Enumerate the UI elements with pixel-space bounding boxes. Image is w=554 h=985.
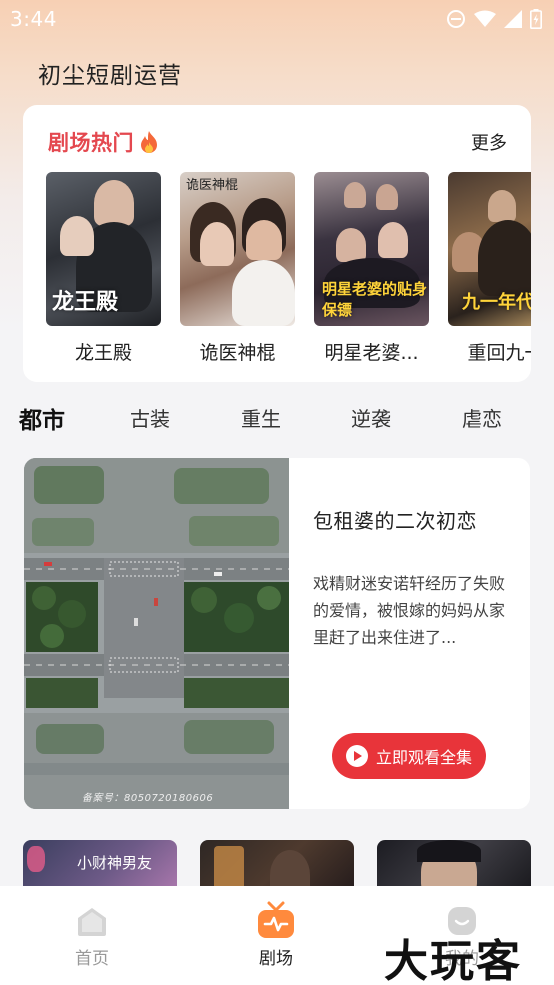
poster-figure [94,180,134,226]
thumbnail-title: 小财神男友 [77,854,153,872]
watermark-text: 大玩客 [384,936,522,985]
drama-name: 明星老婆... [324,342,419,364]
poster-title: 明星老婆的贴身保镖 [322,280,428,319]
tab-nuelian[interactable]: 虐恋 [462,403,502,432]
poster-figure [200,222,234,266]
poster-figure [376,184,398,210]
fire-icon [141,131,157,153]
watch-all-button-label: 立即观看全集 [375,748,472,767]
aerial-city-graphic [24,458,289,809]
hot-section-title: 剧场热门 [48,127,160,157]
hot-item[interactable]: 诡医神棍 诡医神棍 [180,172,295,365]
thumbnail-hair [417,840,481,862]
watch-all-button[interactable]: 立即观看全集 [332,733,486,779]
nav-theater[interactable]: 剧场 [236,901,316,969]
app-screen: 3:44 初尘短剧运营 剧场热门 更多 龙王殿 龙王殿 诡医神棍 诡医神棍 明星… [0,0,554,985]
status-bar: 3:44 [0,0,554,38]
drama-poster: 明星老婆的贴身保镖 [314,172,429,326]
hot-item[interactable]: 九一年代 重回九一 [448,172,531,365]
nav-home-label: 首页 [75,949,109,969]
hot-section-title-text: 剧场热门 [48,131,134,155]
poster-title: 龙王殿 [52,289,119,315]
play-icon [345,745,368,767]
featured-drama-description: 戏精财迷安诺轩经历了失败的爱情，被恨嫁的妈妈从家里赶了出来住进了... [313,574,506,647]
tab-guzhuang[interactable]: 古装 [130,403,170,432]
hot-section-card: 剧场热门 更多 龙王殿 龙王殿 诡医神棍 诡医神棍 明星老婆的贴身保镖 明星老婆… [23,105,531,382]
poster-figure [478,220,531,296]
poster-title: 诡医神棍 [186,178,239,193]
battery-icon [530,9,542,29]
tab-chongsheng[interactable]: 重生 [241,403,281,432]
status-icons [446,9,542,29]
status-time: 3:44 [10,7,57,31]
drama-poster: 九一年代 [448,172,531,326]
more-link[interactable]: 更多 [471,129,507,155]
tab-dushi[interactable]: 都市 [19,401,65,435]
home-icon [75,904,109,938]
poster-figure [488,190,516,222]
theater-icon [258,901,294,938]
poster-figure [336,228,366,262]
featured-drama-title: 包租婆的二次初恋 [313,509,477,533]
drama-poster: 龙王殿 [46,172,161,326]
drama-name: 龙王殿 [74,342,132,364]
category-tabs: 都市 古装 重生 逆袭 虐恋 [0,403,554,439]
thumbnail-decoration [27,846,45,872]
drama-name: 诡医神棍 [199,342,276,364]
thumbnail-decoration [214,846,244,890]
poster-figure [60,216,94,256]
featured-drama-image: 备案号：8050720180606 [24,458,289,809]
wifi-icon [474,10,496,27]
do-not-disturb-icon [447,10,465,28]
app-title: 初尘短剧运营 [38,63,182,89]
poster-figure [246,220,282,260]
drama-name: 重回九一 [467,342,531,364]
poster-figure [378,222,408,258]
drama-poster: 诡医神棍 [180,172,295,326]
poster-title: 九一年代 [462,292,531,313]
hot-item[interactable]: 明星老婆的贴身保镖 明星老婆... [314,172,429,365]
tab-nixi[interactable]: 逆袭 [351,403,391,432]
signal-icon [504,10,522,28]
hot-item[interactable]: 龙王殿 龙王殿 [46,172,161,365]
hot-items-row: 龙王殿 龙王殿 诡医神棍 诡医神棍 明星老婆的贴身保镖 明星老婆... 九一年代… [46,172,531,365]
featured-drama-card[interactable]: 备案号：8050720180606 包租婆的二次初恋 戏精财迷安诺轩经历了失败的… [24,458,530,809]
nav-theater-label: 剧场 [259,949,293,969]
poster-figure [344,182,366,208]
nav-home[interactable]: 首页 [52,904,132,969]
poster-figure [232,260,295,326]
image-caption: 备案号：8050720180606 [82,793,214,804]
